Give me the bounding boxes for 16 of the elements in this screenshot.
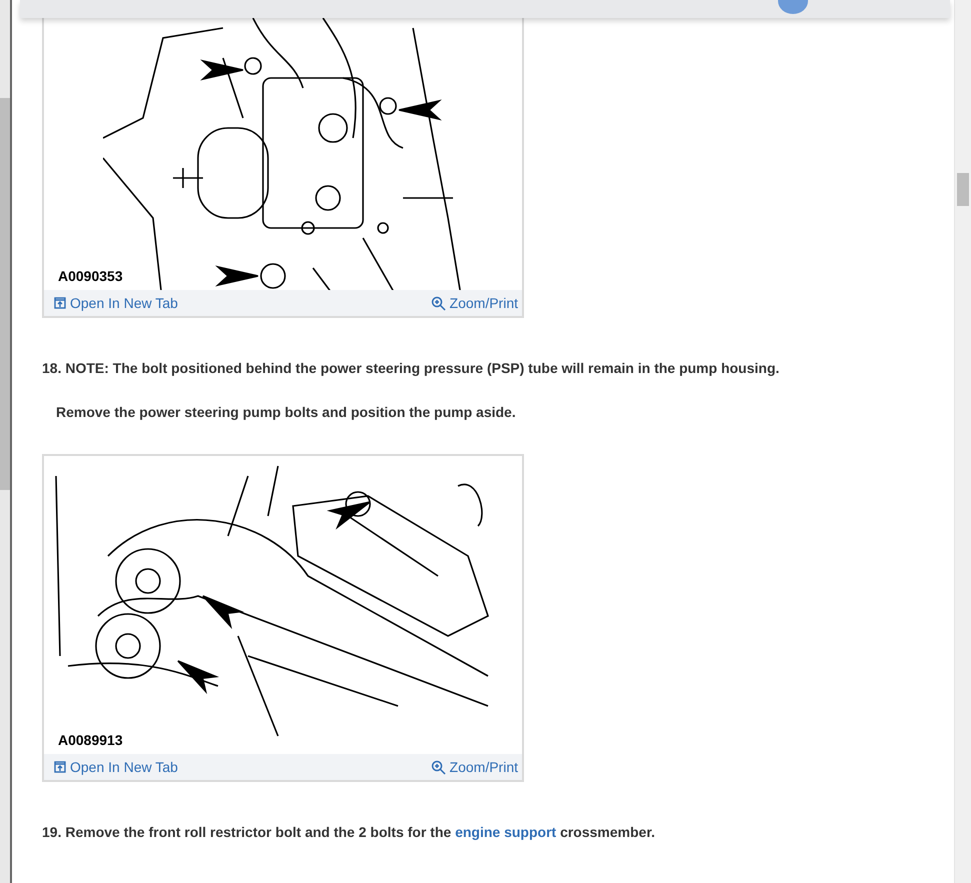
- zoom-in-icon: [430, 760, 446, 774]
- zoom-in-icon: [430, 296, 446, 310]
- open-in-new-tab-link[interactable]: Open In New Tab: [54, 295, 178, 311]
- open-in-new-tab-link[interactable]: Open In New Tab: [54, 759, 178, 775]
- instruction-text: 19. Remove the front roll restrictor bolt and the 2 bolts for the engine support crossmember.: [42, 824, 656, 840]
- instruction-text: 18. NOTE: The bolt positioned behind the power steering pressure (PSP) tube will remain in the pump housing.: [42, 360, 780, 376]
- scrollbar[interactable]: [954, 0, 971, 883]
- engine-support-link[interactable]: engine support: [455, 824, 556, 840]
- zoom-print-link[interactable]: Zoom/Print: [430, 759, 518, 775]
- new-tab-icon: [54, 761, 66, 773]
- figure-code: A0090353: [58, 268, 123, 284]
- instruction-text: Remove the power steering pump bolts and position the pump aside.: [55, 404, 517, 420]
- figure-code: A0089913: [58, 732, 123, 748]
- scrollbar-thumb[interactable]: [957, 173, 969, 206]
- zoom-print-link[interactable]: Zoom/Print: [430, 295, 518, 311]
- new-tab-icon: [54, 297, 66, 309]
